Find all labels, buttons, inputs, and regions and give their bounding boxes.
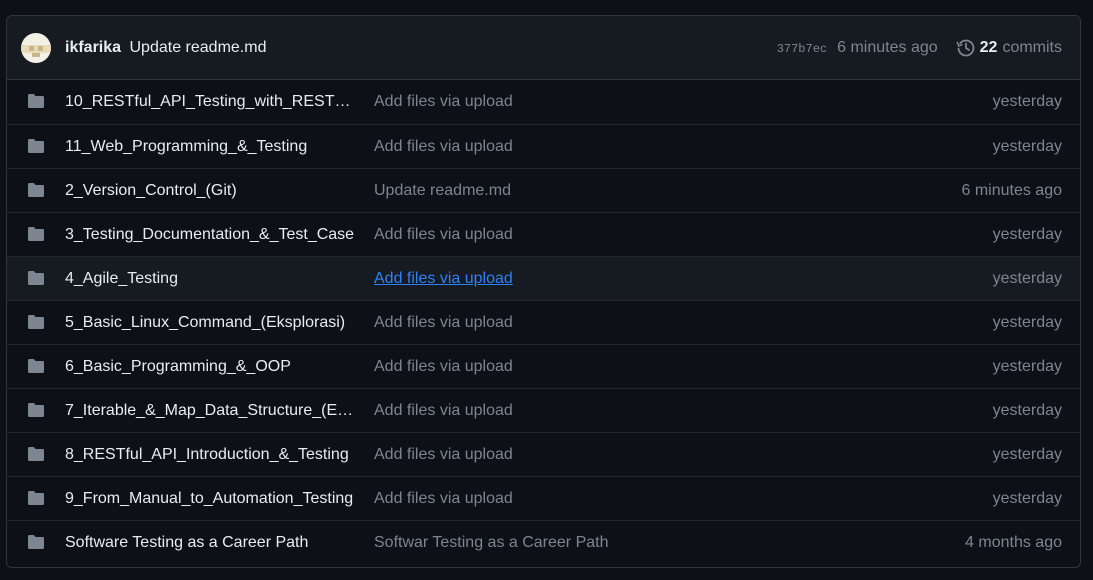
- folder-icon: [27, 138, 45, 154]
- file-list: 10_RESTful_API_Testing_with_REST_Assured…: [7, 80, 1080, 564]
- file-name-link[interactable]: 11_Web_Programming_&_Testing: [65, 125, 357, 168]
- folder-icon: [27, 93, 45, 109]
- file-name-link[interactable]: 6_Basic_Programming_&_OOP: [65, 345, 357, 388]
- commit-time: 4 months ago: [965, 534, 1062, 551]
- file-name-link[interactable]: 2_Version_Control_(Git): [65, 169, 357, 212]
- file-browser: ikfarika Update readme.md 377b7ec 6 minu…: [6, 15, 1081, 568]
- file-row[interactable]: 5_Basic_Linux_Command_(Eksplorasi) Add fi…: [7, 300, 1080, 344]
- file-name-link[interactable]: 9_From_Manual_to_Automation_Testing: [65, 477, 357, 520]
- file-row[interactable]: 9_From_Manual_to_Automation_Testing Add f…: [7, 476, 1080, 520]
- folder-icon: [27, 358, 45, 374]
- avatar[interactable]: [21, 33, 51, 63]
- commit-message-link[interactable]: Add files via upload: [374, 477, 513, 520]
- folder-icon: [27, 446, 45, 462]
- folder-icon: [27, 226, 45, 242]
- file-name-link[interactable]: 5_Basic_Linux_Command_(Eksplorasi): [65, 301, 357, 344]
- file-name-link[interactable]: Software Testing as a Career Path: [65, 521, 357, 564]
- commit-time: yesterday: [992, 402, 1062, 419]
- commit-time: yesterday: [992, 490, 1062, 507]
- file-row[interactable]: 2_Version_Control_(Git) Update readme.md 6…: [7, 168, 1080, 212]
- folder-icon: [27, 402, 45, 418]
- commit-message-link[interactable]: Add files via upload: [374, 389, 513, 432]
- file-row[interactable]: 4_Agile_Testing Add files via upload yeste…: [7, 256, 1080, 300]
- commit-message-link[interactable]: Update readme.md: [374, 169, 511, 212]
- file-row[interactable]: Software Testing as a Career Path Softwar…: [7, 520, 1080, 564]
- commit-time: yesterday: [992, 93, 1062, 110]
- commit-count: 22: [979, 39, 998, 56]
- commit-time: yesterday: [992, 314, 1062, 331]
- commit-message-link[interactable]: Add files via upload: [374, 257, 513, 300]
- history-icon: [955, 39, 975, 57]
- file-name-link[interactable]: 4_Agile_Testing: [65, 257, 357, 300]
- commit-author-link[interactable]: ikfarika: [65, 39, 121, 56]
- file-name-link[interactable]: 10_RESTful_API_Testing_with_REST_Assured: [65, 80, 357, 123]
- folder-icon: [27, 182, 45, 198]
- file-name-link[interactable]: 3_Testing_Documentation_&_Test_Case: [65, 213, 357, 256]
- commit-time: yesterday: [992, 270, 1062, 287]
- commit-summary: ikfarika Update readme.md: [65, 16, 266, 80]
- commit-meta: 377b7ec 6 minutes ago 22 commits: [777, 16, 1062, 80]
- commit-message-link[interactable]: Softwar Testing as a Career Path: [374, 521, 609, 564]
- commit-time: yesterday: [992, 446, 1062, 463]
- commits-label: commits: [1002, 39, 1062, 56]
- commit-message-link[interactable]: Add files via upload: [374, 301, 513, 344]
- folder-icon: [27, 270, 45, 286]
- file-row[interactable]: 6_Basic_Programming_&_OOP Add files via u…: [7, 344, 1080, 388]
- file-name-link[interactable]: 7_Iterable_&_Map_Data_Structure_(Eksplor…: [65, 389, 357, 432]
- commit-message-link[interactable]: Add files via upload: [374, 213, 513, 256]
- commit-time: yesterday: [992, 226, 1062, 243]
- folder-icon: [27, 534, 45, 550]
- commits-link[interactable]: 22 commits: [955, 38, 1062, 58]
- commit-message-link[interactable]: Add files via upload: [374, 125, 513, 168]
- commit-time: 6 minutes ago: [837, 39, 938, 56]
- file-row[interactable]: 8_RESTful_API_Introduction_&_Testing Add …: [7, 432, 1080, 476]
- commit-time: yesterday: [992, 358, 1062, 375]
- commit-sha-link[interactable]: 377b7ec: [777, 42, 827, 56]
- file-name-link[interactable]: 8_RESTful_API_Introduction_&_Testing: [65, 433, 357, 476]
- file-row[interactable]: 7_Iterable_&_Map_Data_Structure_(Eksplor…: [7, 388, 1080, 432]
- commit-message-link[interactable]: Add files via upload: [374, 433, 513, 476]
- commit-message-link[interactable]: Add files via upload: [374, 345, 513, 388]
- commit-time: yesterday: [992, 138, 1062, 155]
- commit-message-link[interactable]: Update readme.md: [130, 39, 267, 56]
- folder-icon: [27, 490, 45, 506]
- commit-time: 6 minutes ago: [961, 182, 1062, 199]
- file-row[interactable]: 11_Web_Programming_&_Testing Add files vi…: [7, 124, 1080, 168]
- file-row[interactable]: 10_RESTful_API_Testing_with_REST_Assured…: [7, 80, 1080, 124]
- commit-message-link[interactable]: Add files via upload: [374, 80, 513, 123]
- file-row[interactable]: 3_Testing_Documentation_&_Test_Case Add f…: [7, 212, 1080, 256]
- folder-icon: [27, 314, 45, 330]
- latest-commit-bar: ikfarika Update readme.md 377b7ec 6 minu…: [7, 16, 1080, 80]
